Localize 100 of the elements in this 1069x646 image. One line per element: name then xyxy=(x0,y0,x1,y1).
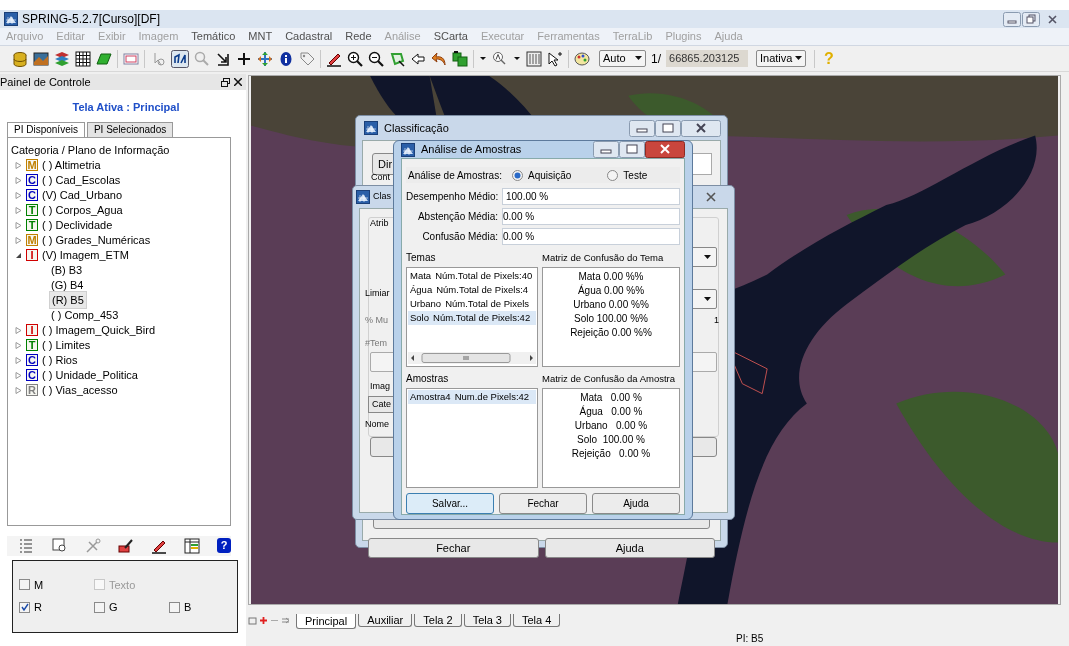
tree-item[interactable]: ( ) Vias_acesso xyxy=(42,381,118,399)
close-icon[interactable] xyxy=(645,141,685,158)
tools-icon[interactable] xyxy=(85,537,101,554)
menu-item[interactable]: MNT xyxy=(248,28,273,45)
list-row[interactable]: Água Núm.Total de Pixels:4 xyxy=(408,283,536,297)
add-icon[interactable] xyxy=(259,616,268,626)
mode-label: Análise de Amostras: xyxy=(407,168,503,183)
radio-button[interactable] xyxy=(512,169,523,181)
help-button[interactable]: ? xyxy=(217,538,231,553)
lasso-icon[interactable] xyxy=(389,50,405,67)
tree-item[interactable]: ( ) Cad_Escolas xyxy=(42,171,121,189)
plus-icon[interactable] xyxy=(236,50,252,67)
form-label: 1 xyxy=(714,315,719,326)
database-icon[interactable] xyxy=(12,50,28,67)
scale-field[interactable]: 66865.203125 xyxy=(666,50,748,67)
checkbox[interactable] xyxy=(94,601,105,613)
checkbox[interactable] xyxy=(19,601,30,613)
scale-mode-dropdown[interactable]: Auto xyxy=(599,50,646,67)
tree-item[interactable]: ( ) Altimetria xyxy=(42,156,101,174)
menu-item[interactable]: Cadastral xyxy=(285,28,333,45)
frame-icon[interactable] xyxy=(526,50,542,67)
squares-icon[interactable] xyxy=(452,50,468,67)
list-title: Matriz de Confusão da Amostra xyxy=(542,371,676,386)
tree-item[interactable]: ( ) Limites xyxy=(42,336,91,354)
checkbox[interactable] xyxy=(19,579,30,591)
tab[interactable]: PI Disponíveis xyxy=(7,121,85,137)
text-field[interactable]: 0.00 % xyxy=(502,227,680,245)
category-badge: T xyxy=(26,339,38,351)
menu-item[interactable]: Temático xyxy=(191,28,236,45)
arrow-icon[interactable] xyxy=(215,50,231,67)
zoom-in-icon[interactable] xyxy=(347,50,363,67)
checkbox[interactable] xyxy=(169,601,180,613)
table-icon[interactable] xyxy=(184,537,200,554)
text-field[interactable]: 100.00 % xyxy=(502,187,680,205)
image-icon[interactable] xyxy=(33,50,49,67)
category-badge: I xyxy=(26,249,38,261)
close-icon[interactable] xyxy=(681,119,721,137)
window-icon[interactable] xyxy=(248,616,257,626)
tree-item[interactable]: (B) B3 xyxy=(49,261,85,279)
text-field[interactable] xyxy=(692,153,712,175)
move-icon[interactable] xyxy=(257,50,273,67)
maximize-icon[interactable] xyxy=(619,141,645,158)
dock-icon[interactable] xyxy=(281,616,290,626)
left-arrow-icon[interactable] xyxy=(410,50,426,67)
category-badge: T xyxy=(26,204,38,216)
magnifier-icon[interactable] xyxy=(492,50,508,67)
status-text: PI: B5 xyxy=(736,632,764,646)
form-label: Nome xyxy=(365,419,389,430)
list-row[interactable]: Mata Núm.Total de Pixels:40 xyxy=(408,269,536,283)
tree-item[interactable]: ( ) Unidade_Politica xyxy=(42,366,138,384)
parallelogram-icon[interactable] xyxy=(96,50,112,67)
tree-item[interactable]: ( ) Declividade xyxy=(42,216,113,234)
restore-icon[interactable] xyxy=(1022,11,1040,27)
close-button[interactable]: Fechar xyxy=(368,538,539,558)
cursor-plus-icon[interactable] xyxy=(547,50,563,67)
radio-button[interactable] xyxy=(607,169,619,181)
list-icon[interactable] xyxy=(19,537,35,554)
zoom-out-icon[interactable] xyxy=(368,50,384,67)
edit-mode-dropdown[interactable]: Inativa xyxy=(756,50,806,67)
dropdown[interactable] xyxy=(691,289,717,309)
list-row[interactable]: Amostra4 Num.de Pixels:42 xyxy=(408,390,536,404)
info-icon[interactable] xyxy=(278,50,294,67)
chart-pencil-icon[interactable] xyxy=(118,537,134,554)
tree-item[interactable]: (R) B5 xyxy=(49,290,87,310)
dialog-button[interactable]: Ajuda xyxy=(592,493,680,514)
matrix-line: Rejeição 0.00 % xyxy=(571,447,651,460)
window-search-icon[interactable] xyxy=(52,537,68,554)
help-button[interactable]: Ajuda xyxy=(544,538,715,558)
menu-item[interactable]: SCarta xyxy=(433,28,468,45)
tree-item[interactable]: ( ) Corpos_Agua xyxy=(42,201,123,219)
category-badge: C xyxy=(26,369,38,381)
tree-item[interactable]: (V) Cad_Urbano xyxy=(42,186,123,204)
list-row[interactable]: Solo Núm.Total de Pixels:42 xyxy=(408,311,536,325)
grid-icon[interactable] xyxy=(75,50,91,67)
tree-item[interactable]: ( ) Rios xyxy=(42,351,78,369)
tree-item[interactable]: ( ) Grades_Numéricas xyxy=(42,231,151,249)
text-field[interactable]: 0.00 % xyxy=(502,207,680,225)
view-tab[interactable]: Tela 3 xyxy=(463,614,511,628)
palette-icon[interactable] xyxy=(574,50,590,67)
close-icon[interactable] xyxy=(234,78,242,86)
list-row[interactable]: Urbano Núm.Total de Pixels xyxy=(408,297,536,311)
tree-item[interactable]: ( ) Imagem_Quick_Bird xyxy=(42,321,156,339)
dialog-button[interactable]: Salvar... xyxy=(406,493,494,514)
tab[interactable]: PI Selecionados xyxy=(86,121,174,137)
undo-icon[interactable] xyxy=(431,50,447,67)
float-icon[interactable] xyxy=(221,77,230,87)
matrix-line: Urbano 0.00 %% xyxy=(573,298,649,311)
view-tab[interactable]: Tela 4 xyxy=(513,614,561,628)
window-icon[interactable] xyxy=(123,50,139,67)
field-label: Desempenho Médio: xyxy=(406,189,500,204)
menu-item[interactable]: Rede xyxy=(345,28,372,45)
view-tab[interactable]: Tela 2 xyxy=(414,614,462,628)
layers-icon[interactable] xyxy=(54,50,70,67)
dialog-button[interactable]: Fechar xyxy=(499,493,587,514)
tag-icon[interactable] xyxy=(299,50,315,67)
view-tab[interactable]: Principal xyxy=(296,614,357,630)
matrix-line: Urbano 0.00 % xyxy=(574,419,648,432)
dropdown[interactable] xyxy=(691,247,717,267)
view-tab[interactable]: Auxiliar xyxy=(358,614,413,628)
tree-item[interactable]: (V) Imagem_ETM xyxy=(42,246,129,264)
